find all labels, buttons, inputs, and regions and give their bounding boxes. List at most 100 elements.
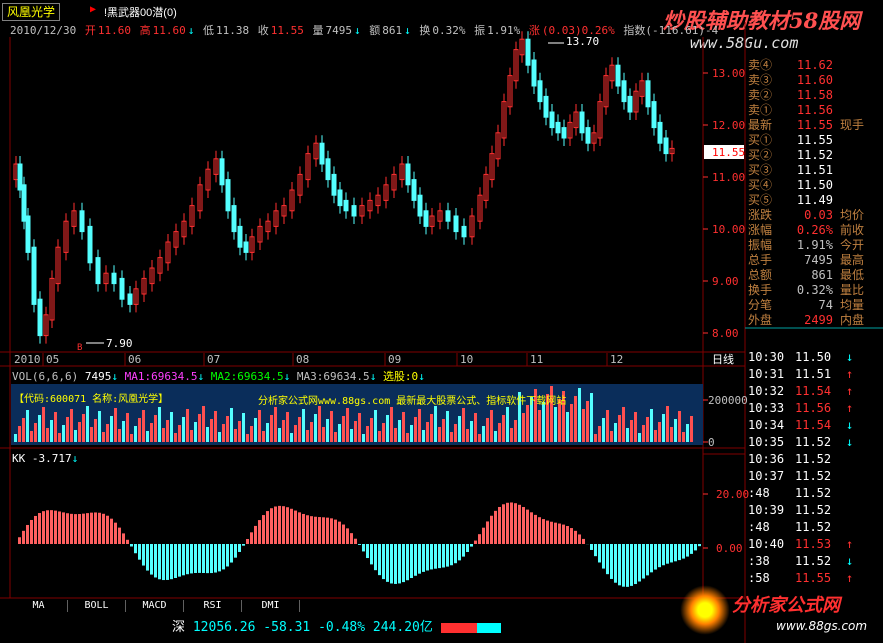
quote-row[interactable]: 卖② 11.58 bbox=[746, 87, 883, 103]
kk-bar bbox=[550, 521, 553, 544]
volume-bar bbox=[502, 415, 505, 442]
price-tick-label: 11.00 bbox=[712, 171, 745, 184]
tab-ma[interactable]: MA bbox=[10, 600, 68, 612]
volume-bar bbox=[318, 406, 321, 442]
candle-body bbox=[231, 205, 237, 233]
month-label: 06 bbox=[128, 353, 141, 366]
tick-time: 10:32 bbox=[748, 384, 785, 398]
volume-bar bbox=[634, 412, 637, 442]
tab-boll[interactable]: BOLL bbox=[68, 600, 126, 612]
volume-bar bbox=[566, 412, 569, 442]
quote-row[interactable]: 振幅 1.91% 今开 bbox=[746, 237, 883, 253]
kk-bar bbox=[226, 544, 229, 567]
quote-value: 11.51 bbox=[796, 163, 833, 177]
kk-bar bbox=[194, 544, 197, 574]
quote-row[interactable]: 外盘 2499 内盘 bbox=[746, 312, 883, 328]
quote-row[interactable]: 买③ 11.51 bbox=[746, 162, 883, 178]
volume-bar bbox=[390, 407, 393, 442]
candle-body bbox=[585, 127, 591, 144]
candle-body bbox=[627, 95, 633, 113]
kk-bar bbox=[602, 544, 605, 569]
quote-row[interactable]: 卖① 11.56 bbox=[746, 102, 883, 118]
vol-ma3: MA3:69634.5 bbox=[296, 370, 370, 383]
price-tick-label: 12.00 bbox=[712, 119, 745, 132]
kk-bar bbox=[102, 513, 105, 544]
kk-bar bbox=[186, 544, 189, 575]
volume-bar bbox=[598, 426, 601, 442]
quote-row[interactable]: 总额 861 最低 bbox=[746, 267, 883, 283]
kk-bar bbox=[426, 544, 429, 571]
volume-bar bbox=[434, 406, 437, 442]
quote-row[interactable]: 买② 11.52 bbox=[746, 147, 883, 163]
volume-bar bbox=[526, 405, 529, 442]
tick-price: 11.52 bbox=[795, 469, 832, 483]
quote-row[interactable]: 买① 11.55 bbox=[746, 132, 883, 148]
quote-row[interactable]: 涨跌 0.03 均价 bbox=[746, 207, 883, 223]
kk-bar bbox=[282, 506, 285, 544]
current-price-text: 11.55 bbox=[712, 146, 745, 159]
tab-dmi[interactable]: DMI bbox=[242, 600, 300, 612]
kk-bar bbox=[174, 544, 177, 578]
volume-bar bbox=[34, 423, 37, 442]
month-label: 2010 bbox=[14, 353, 41, 366]
kk-bar bbox=[554, 522, 557, 544]
tick-time: :48 bbox=[748, 520, 770, 534]
quote-label: 买④ bbox=[748, 178, 773, 192]
kk-bar bbox=[398, 544, 401, 584]
kk-bar bbox=[698, 544, 701, 547]
kk-bar bbox=[254, 525, 257, 544]
quote-row[interactable]: 换手 0.32% 量比 bbox=[746, 282, 883, 298]
kk-bar bbox=[594, 544, 597, 557]
volume-bar bbox=[30, 431, 33, 442]
candle-body bbox=[111, 272, 117, 285]
kk-bar bbox=[38, 513, 41, 544]
quote-row[interactable]: 涨幅 0.26% 前收 bbox=[746, 222, 883, 238]
candle-body bbox=[537, 80, 543, 103]
kk-bar bbox=[46, 510, 49, 544]
quote-row[interactable]: 最新 11.55 现手 bbox=[746, 117, 883, 133]
quote-row[interactable]: 买⑤ 11.49 bbox=[746, 192, 883, 208]
kk-bar bbox=[562, 524, 565, 544]
volume-bar bbox=[506, 407, 509, 442]
kk-bar bbox=[30, 519, 33, 544]
kk-bar bbox=[530, 512, 533, 544]
volume-bar bbox=[422, 430, 425, 442]
kk-bar bbox=[142, 544, 145, 566]
quote-row[interactable]: 买④ 11.50 bbox=[746, 177, 883, 193]
kk-bar bbox=[458, 544, 461, 561]
volume-bar bbox=[674, 419, 677, 442]
quote-value: 11.49 bbox=[796, 193, 833, 207]
kk-bar bbox=[114, 522, 117, 544]
kk-bar bbox=[258, 520, 261, 544]
volume-bar bbox=[610, 431, 613, 442]
quote-row[interactable]: 卖③ 11.60 bbox=[746, 72, 883, 88]
kk-bar bbox=[90, 512, 93, 544]
volume-bar bbox=[142, 410, 145, 442]
volume-bar bbox=[98, 411, 101, 442]
candle-body bbox=[657, 121, 663, 144]
volume-bar bbox=[126, 413, 129, 442]
volume-bar bbox=[330, 411, 333, 442]
quote-row[interactable]: 卖④ 11.62 bbox=[746, 57, 883, 73]
kk-bar bbox=[94, 512, 97, 544]
kk-bar bbox=[558, 523, 561, 544]
tab-rsi[interactable]: RSI bbox=[184, 600, 242, 612]
candle-body bbox=[319, 142, 325, 165]
quote-row[interactable]: 总手 7495 最高 bbox=[746, 252, 883, 268]
kk-bar bbox=[546, 520, 549, 544]
quote-row[interactable]: 分笔 74 均量 bbox=[746, 297, 883, 313]
status-pct: -0.48% bbox=[318, 620, 366, 635]
volume-bar bbox=[690, 416, 693, 442]
candle-body bbox=[555, 121, 561, 134]
period-label[interactable]: 日线 bbox=[712, 352, 734, 366]
volume-bar bbox=[542, 402, 545, 442]
tab-macd[interactable]: MACD bbox=[126, 600, 184, 612]
volume-bar bbox=[70, 409, 73, 442]
candle-body bbox=[79, 210, 85, 233]
quote-value: 0.26% bbox=[796, 223, 833, 237]
status-market: 深 bbox=[172, 620, 186, 635]
quote-extra-label: 最低 bbox=[840, 268, 865, 282]
status-amount: 244.20亿 bbox=[372, 620, 433, 635]
tick-price: 11.53 bbox=[795, 537, 832, 551]
kk-bar bbox=[622, 544, 625, 587]
